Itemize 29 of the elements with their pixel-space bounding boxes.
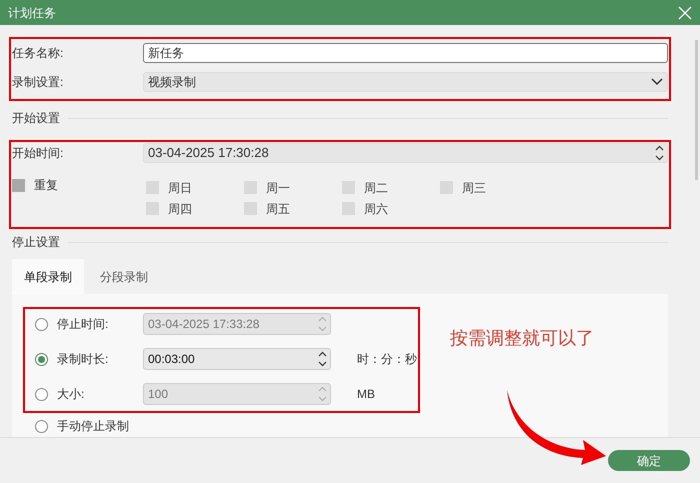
field-label: 任务名称: xyxy=(12,45,64,62)
start-time-field[interactable]: 03-04-2025 17:30:28 xyxy=(143,143,668,163)
task-name-field[interactable]: 新任务 xyxy=(143,43,668,63)
option-label: 停止时间: xyxy=(57,316,110,333)
unit-label: MB xyxy=(357,386,375,403)
arrow-icon xyxy=(505,388,607,466)
radio-button[interactable] xyxy=(35,352,48,366)
option-field[interactable]: 00:03:00 xyxy=(143,348,331,370)
option-label: 录制时长: xyxy=(57,351,110,368)
chevron-down-icon xyxy=(651,78,663,86)
option-label: 大小: xyxy=(57,386,86,403)
record-setting-dropdown[interactable]: 视频录制 xyxy=(143,72,668,92)
spinner-icon[interactable] xyxy=(318,350,327,368)
field-label: 开始时间: xyxy=(12,145,64,162)
section-title: 开始设置 xyxy=(12,110,60,127)
tab[interactable]: 分段录制 xyxy=(88,259,160,294)
spinner-icon[interactable] xyxy=(655,144,664,162)
window-title: 计划任务 xyxy=(8,4,56,22)
confirm-button[interactable]: 确定 xyxy=(608,450,690,471)
close-icon[interactable] xyxy=(678,6,692,20)
annotation-text: 按需调整就可以了 xyxy=(450,327,594,350)
scrollbar[interactable] xyxy=(695,40,698,180)
repeat-checkbox[interactable]: 重复 xyxy=(12,176,58,194)
unit-label: 时：分：秒 xyxy=(357,351,417,368)
option-label: 手动停止录制 xyxy=(57,418,129,435)
field-label: 录制设置: xyxy=(12,74,64,91)
tab[interactable]: 单段录制 xyxy=(12,259,84,294)
radio-button[interactable] xyxy=(35,420,48,432)
section-title: 停止设置 xyxy=(12,234,60,251)
